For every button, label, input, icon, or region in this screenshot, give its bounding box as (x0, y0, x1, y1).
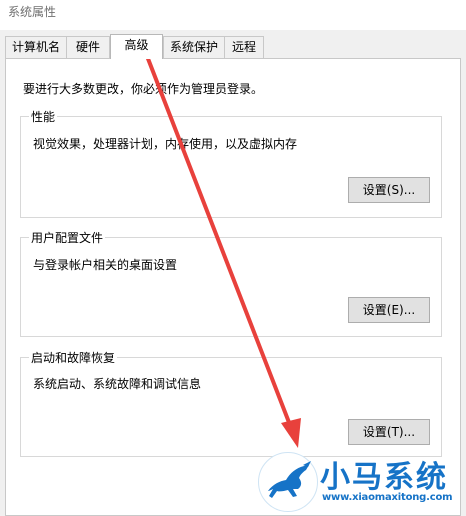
tab-remote[interactable]: 远程 (224, 36, 264, 58)
admin-note: 要进行大多数更改，你必须作为管理员登录。 (23, 82, 264, 96)
window-title: 系统属性 (8, 5, 57, 19)
tab-hardware[interactable]: 硬件 (66, 36, 110, 58)
watermark: 小马系统 www.xiaomaxitong.com (258, 452, 466, 516)
startup-recovery-group-title: 启动和故障恢复 (29, 349, 118, 366)
tab-system-protection[interactable]: 系统保护 (163, 36, 225, 58)
watermark-url: www.xiaomaxitong.com (322, 492, 453, 503)
horse-logo-icon (258, 452, 318, 512)
startup-recovery-group: 启动和故障恢复 系统启动、系统故障和调试信息 设置(T)... (20, 349, 442, 457)
user-profiles-description: 与登录帐户相关的桌面设置 (33, 258, 178, 272)
user-profiles-group-title: 用户配置文件 (29, 229, 106, 246)
user-profiles-settings-button[interactable]: 设置(E)... (348, 297, 430, 323)
performance-group-title: 性能 (29, 108, 58, 125)
tab-strip: 计算机名 硬件 高级 系统保护 远程 (5, 34, 465, 59)
startup-recovery-settings-button[interactable]: 设置(T)... (348, 419, 430, 445)
title-bar: 系统属性 (0, 0, 466, 30)
watermark-name: 小马系统 (320, 460, 448, 495)
startup-recovery-description: 系统启动、系统故障和调试信息 (33, 377, 202, 391)
user-profiles-group: 用户配置文件 与登录帐户相关的桌面设置 设置(E)... (20, 229, 442, 337)
performance-description: 视觉效果，处理器计划，内存使用，以及虚拟内存 (33, 137, 298, 151)
tab-computer-name[interactable]: 计算机名 (5, 36, 67, 58)
performance-group: 性能 视觉效果，处理器计划，内存使用，以及虚拟内存 设置(S)... (20, 108, 442, 218)
tab-advanced[interactable]: 高级 (110, 34, 163, 59)
performance-settings-button[interactable]: 设置(S)... (348, 177, 430, 203)
